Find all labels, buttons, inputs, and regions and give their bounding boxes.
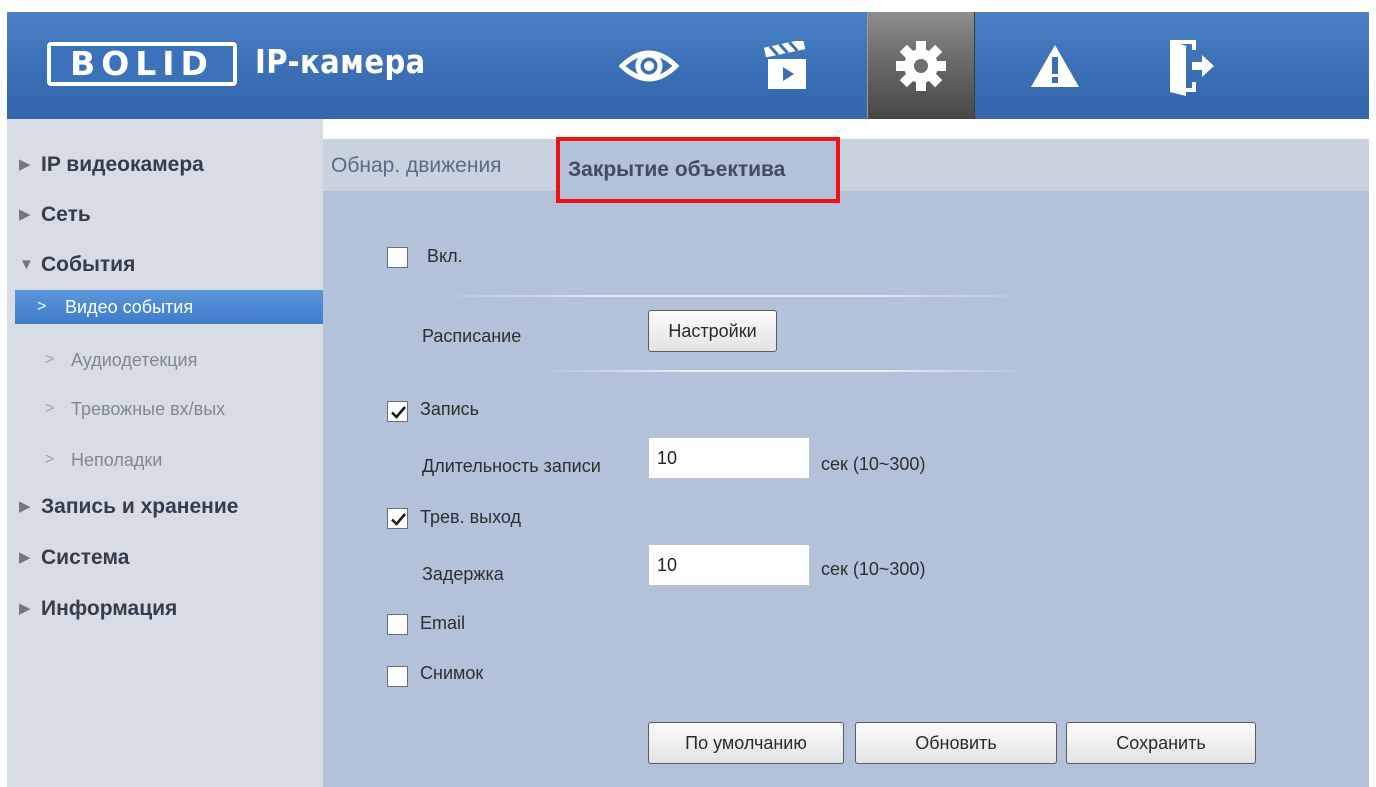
caret-right-icon: ▶ xyxy=(19,549,31,566)
brand-logo: BOLID xyxy=(47,42,237,86)
alarm-button[interactable] xyxy=(1001,12,1109,119)
delay-input[interactable] xyxy=(648,544,810,586)
warning-icon xyxy=(1031,44,1079,87)
save-button[interactable]: Сохранить xyxy=(1066,722,1256,764)
tab-lens-tampering[interactable]: Закрытие объектива xyxy=(556,137,840,203)
settings-panel: Вкл. Расписание Настройки Запись Длитель… xyxy=(323,191,1369,787)
settings-button[interactable] xyxy=(867,12,975,119)
caret-right-icon: ▶ xyxy=(19,206,31,223)
checkmark-icon xyxy=(391,406,406,419)
sidebar-item-information[interactable]: ▶ Информация xyxy=(7,589,323,629)
caret-right-icon: ▶ xyxy=(19,498,31,515)
sidebar-subitem-video-events[interactable]: > Видео события xyxy=(15,290,323,324)
chevron-right-icon: > xyxy=(45,451,55,468)
sidebar: ▶ IP видеокамера ▶ Сеть ▼ События > Виде… xyxy=(7,119,323,787)
chevron-right-icon: > xyxy=(45,351,55,368)
caret-down-icon: ▼ xyxy=(19,256,34,273)
schedule-settings-button[interactable]: Настройки xyxy=(648,310,777,352)
sidebar-subitem-abnormality[interactable]: > Неполадки xyxy=(7,443,323,477)
email-label: Email xyxy=(420,613,466,633)
record-label: Запись xyxy=(420,399,480,419)
product-title: IP-камера xyxy=(255,42,426,81)
default-button[interactable]: По умолчанию xyxy=(648,722,844,764)
sidebar-item-ip-camera[interactable]: ▶ IP видеокамера xyxy=(7,145,323,185)
checkmark-icon xyxy=(391,513,406,526)
clapperboard-icon xyxy=(764,40,806,89)
refresh-button[interactable]: Обновить xyxy=(855,722,1057,764)
caret-right-icon: ▶ xyxy=(19,600,31,617)
snapshot-checkbox[interactable] xyxy=(387,666,408,687)
playback-button[interactable] xyxy=(733,12,841,119)
sidebar-item-system[interactable]: ▶ Система xyxy=(7,538,323,578)
alarm-output-label: Трев. выход xyxy=(420,507,521,527)
eye-icon xyxy=(619,50,679,81)
enable-checkbox[interactable] xyxy=(387,247,408,268)
chevron-right-icon: > xyxy=(45,400,55,417)
tab-bar: Обнар. движения xyxy=(323,139,1369,191)
record-duration-input[interactable] xyxy=(648,437,810,479)
enable-label: Вкл. xyxy=(427,246,463,266)
live-view-button[interactable] xyxy=(595,12,703,119)
chevron-right-icon: > xyxy=(37,298,47,315)
exit-door-icon xyxy=(1170,39,1214,96)
logout-button[interactable] xyxy=(1137,12,1245,119)
divider xyxy=(439,295,1031,297)
sidebar-subitem-audio-detection[interactable]: > Аудиодетекция xyxy=(7,343,323,377)
alarm-output-checkbox[interactable] xyxy=(387,508,408,529)
schedule-label: Расписание xyxy=(422,326,522,346)
divider xyxy=(537,370,1031,372)
snapshot-label: Снимок xyxy=(420,663,484,683)
record-checkbox[interactable] xyxy=(387,401,408,422)
sidebar-item-events[interactable]: ▼ События xyxy=(7,245,323,285)
email-checkbox[interactable] xyxy=(387,614,408,635)
sidebar-item-network[interactable]: ▶ Сеть xyxy=(7,195,323,235)
record-duration-unit: сек (10~300) xyxy=(821,454,926,474)
record-duration-label: Длительность записи xyxy=(422,456,601,476)
sidebar-item-storage[interactable]: ▶ Запись и хранение xyxy=(7,487,323,527)
delay-label: Задержка xyxy=(422,564,504,584)
tab-motion-detection[interactable]: Обнар. движения xyxy=(331,139,502,191)
top-bar: BOLID IP-камера xyxy=(7,12,1369,119)
sidebar-subitem-alarm-io[interactable]: > Тревожные вх/вых xyxy=(7,392,323,426)
gear-icon xyxy=(896,40,946,91)
caret-right-icon: ▶ xyxy=(19,156,31,173)
delay-unit: сек (10~300) xyxy=(821,559,926,579)
